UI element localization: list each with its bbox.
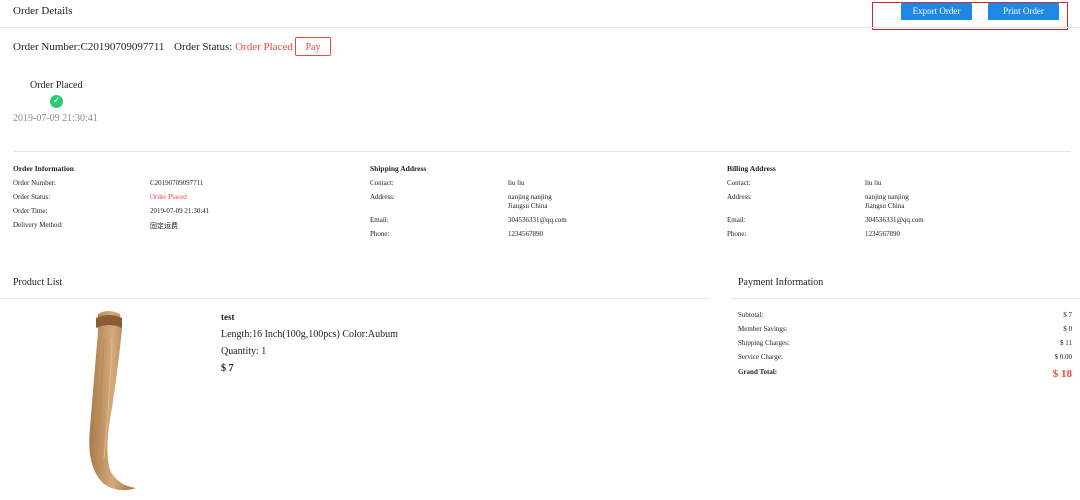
payment-label: Shipping Charges: [738,339,790,347]
export-order-button[interactable]: Export Order [901,3,972,20]
order-info-value: 固定运费 [150,222,178,230]
order-info-heading: Order Information [13,164,74,173]
payment-value: $ 11 [1060,339,1072,347]
order-status-value: Order Placed [235,41,293,53]
billing-address-line2: Jiangsu China [865,202,905,210]
billing-heading: Billing Address [727,164,776,173]
order-info-value: C20190709097711 [150,179,204,187]
check-icon: ✓ [50,95,63,108]
section-divider [13,151,1071,152]
billing-email-value: 304536331@qq.com [865,216,924,224]
payment-info-divider [731,298,1080,299]
billing-email-label: Email: [727,216,746,224]
product-spec: Length:16 Inch(100g,100pcs) Color:Aubum [221,329,398,340]
billing-address-line1: nanjing nanjing [865,193,909,201]
shipping-email-label: Email: [370,216,389,224]
payment-value: $ 7 [1063,311,1072,319]
billing-phone-value: 1234567890 [865,230,900,238]
page-title: Order Details [13,5,73,17]
grand-total-label: Grand Total: [738,368,778,376]
product-quantity: Quantity: 1 [221,346,267,357]
payment-value: $ 0.00 [1054,353,1073,361]
billing-contact-value: liu liu [865,179,882,187]
payment-value: $ 0 [1063,325,1072,333]
payment-info-title: Payment Information [738,277,824,288]
order-status-label: Order Status: [174,41,233,53]
pay-button[interactable]: Pay [295,37,331,56]
order-info-value: 2019-07-09 21:30:41 [150,207,210,215]
payment-label: Service Charge: [738,353,783,361]
order-number: Order Number:C20190709097711 [13,41,165,53]
billing-contact-label: Contact: [727,179,751,187]
shipping-address-line1: nanjing nanjing [508,193,552,201]
shipping-heading: Shipping Address [370,164,427,173]
order-info-value: Order Placed [150,193,187,201]
order-status: Order Status: Order Placed [174,41,293,53]
product-price: $ 7 [221,363,234,374]
billing-phone-label: Phone: [727,230,747,238]
shipping-phone-label: Phone: [370,230,390,238]
shipping-contact-label: Contact: [370,179,394,187]
shipping-contact-value: liu liu [508,179,525,187]
payment-label: Member Savings: [738,325,788,333]
shipping-address-label: Address: [370,193,395,201]
order-info-label: Order Status: [13,193,51,201]
grand-total-value: $ 18 [1052,368,1072,380]
product-name: test [221,312,235,322]
product-list-title: Product List [13,277,63,288]
order-info-label: Order Time: [13,207,48,215]
payment-label: Subtotal: [738,311,764,319]
shipping-email-value: 304536331@qq.com [508,216,567,224]
shipping-phone-value: 1234567890 [508,230,543,238]
timeline-step-time: 2019-07-09 21:30:41 [13,113,98,124]
shipping-address-line2: Jiangsu China [508,202,548,210]
order-info-label: Order Number: [13,179,56,187]
product-image [89,311,136,491]
header-divider [0,27,1080,28]
product-list-divider [0,298,710,299]
timeline-step-label: Order Placed [30,80,83,91]
print-order-button[interactable]: Print Order [988,3,1059,20]
order-info-label: Delivery Method: [13,221,63,229]
billing-address-label: Address: [727,193,752,201]
